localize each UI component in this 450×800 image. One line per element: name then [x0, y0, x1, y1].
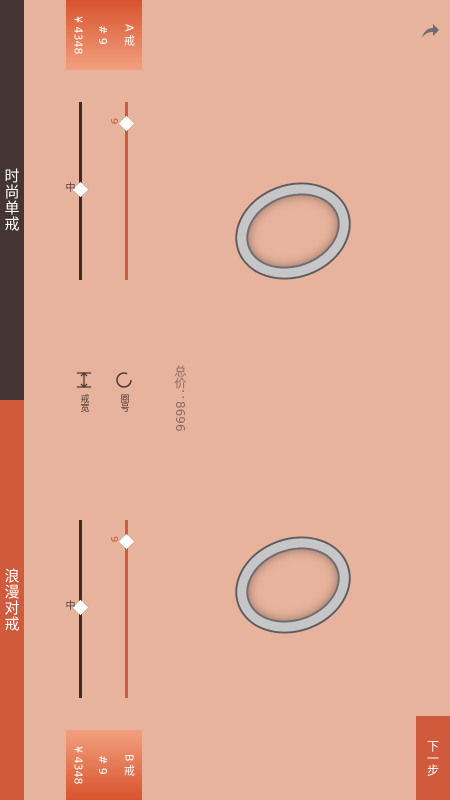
tab-label: 时尚单戒	[2, 168, 21, 232]
ring-b-size-slider-thumb[interactable]	[118, 533, 135, 550]
ring-size-label: 圈号	[118, 394, 129, 412]
ring-b-size: # 9	[95, 755, 109, 775]
total-price: 总价：8696	[173, 365, 187, 432]
ring-width-control[interactable]: 戒宽	[74, 370, 94, 412]
ring-b-price: ¥ 4348	[71, 745, 85, 785]
ring-b-info-badge: ¥ 4348 # 9 B 戒	[66, 730, 142, 800]
next-step-button[interactable]: 下一步	[416, 716, 450, 800]
tab-romantic-couple-rings[interactable]: 浪漫对戒	[0, 400, 24, 800]
ring-a-image	[224, 169, 362, 293]
ring-size-icon	[114, 370, 134, 390]
ring-b-size-value: 9	[108, 536, 119, 543]
ring-b-width-value: 中	[63, 600, 74, 610]
ring-width-label: 戒宽	[78, 394, 89, 412]
ring-a-price: ¥ 4348	[71, 15, 85, 55]
ring-a-size-value: 9	[108, 118, 119, 125]
tab-fashion-single-ring[interactable]: 时尚单戒	[0, 0, 24, 400]
ring-b-image	[224, 523, 362, 647]
ring-a-name: A 戒	[122, 23, 136, 47]
ring-a-info-badge: ¥ 4348 # 9 A 戒	[66, 0, 142, 70]
tab-label: 浪漫对戒	[2, 568, 21, 632]
ring-a-size-slider-thumb[interactable]	[118, 115, 135, 132]
next-step-label: 下一步	[425, 740, 440, 776]
share-arrow-icon[interactable]	[418, 20, 440, 42]
ring-a-width-value: 中	[63, 182, 74, 192]
ring-a-size: # 9	[95, 25, 109, 45]
ring-size-control[interactable]: 圈号	[114, 370, 134, 412]
ring-b-name: B 戒	[122, 753, 136, 777]
ring-width-icon	[74, 370, 94, 390]
